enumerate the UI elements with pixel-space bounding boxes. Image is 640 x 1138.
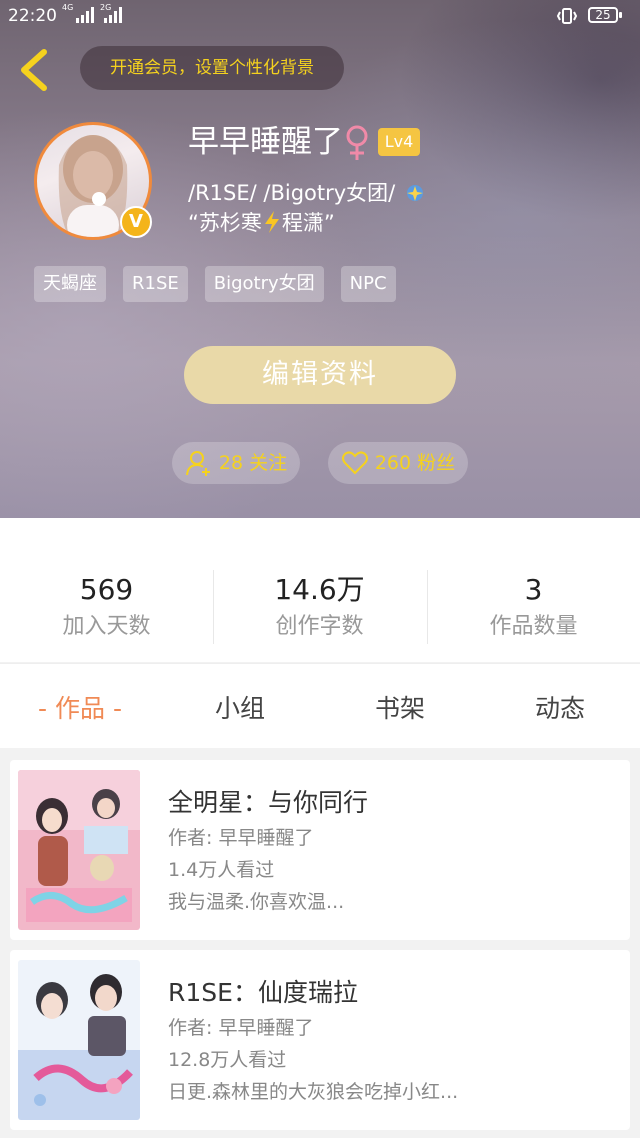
verified-badge: V — [120, 206, 152, 238]
work-author: 作者: 早早睡醒了 — [168, 827, 314, 849]
back-arrow-icon[interactable] — [16, 48, 56, 92]
stat-value: 569 — [79, 573, 134, 606]
bio-text-2a: “苏杉寒 — [188, 211, 262, 235]
bio-line-2: “苏杉寒 程潇” — [188, 208, 426, 238]
lightning-icon — [264, 211, 279, 233]
work-cover — [18, 770, 140, 930]
sparkle-icon — [406, 185, 423, 201]
following-count: 28 关注 — [218, 452, 288, 474]
work-title: R1SE：仙度瑞拉 — [168, 978, 358, 1007]
tab-bookshelf[interactable]: 书架 — [320, 664, 480, 748]
status-bar: 22:20 4G 2G 25 — [0, 0, 640, 32]
bio-line-1: /R1SE/ /Bigotry女团/ — [188, 178, 426, 208]
following-button[interactable]: 28 关注 — [172, 442, 300, 484]
bio: /R1SE/ /Bigotry女团/ “苏杉寒 程潇” — [188, 178, 426, 238]
tab-activity[interactable]: 动态 — [480, 664, 640, 748]
tag-item[interactable]: 天蝎座 — [34, 266, 106, 302]
work-cover-image — [18, 960, 140, 1120]
level-badge: Lv4 — [378, 128, 420, 156]
bio-text-1: /R1SE/ /Bigotry女团/ — [188, 181, 396, 205]
stat-works-count: 3 作品数量 — [427, 570, 640, 644]
fans-count: 260 粉丝 — [374, 452, 456, 474]
tab-groups[interactable]: 小组 — [160, 664, 320, 748]
works-list: 全明星：与你同行 作者: 早早睡醒了 1.4万人看过 我与温柔.你喜欢温... … — [0, 748, 640, 1138]
work-views: 12.8万人看过 — [168, 1049, 287, 1071]
stat-label: 创作字数 — [275, 614, 364, 639]
work-cover — [18, 960, 140, 1120]
stat-word-count: 14.6万 创作字数 — [213, 570, 426, 644]
stats-panel: 569 加入天数 14.6万 创作字数 3 作品数量 — [0, 518, 640, 662]
work-summary: 我与温柔.你喜欢温... — [168, 891, 345, 913]
network-label-4g: 4G — [62, 3, 74, 12]
heart-icon — [341, 451, 368, 475]
signal-icon — [76, 7, 94, 23]
work-card[interactable]: 全明星：与你同行 作者: 早早睡醒了 1.4万人看过 我与温柔.你喜欢温... — [10, 760, 630, 940]
tag-list: 天蝎座 R1SE Bigotry女团 NPC — [34, 266, 396, 302]
stat-join-days: 569 加入天数 — [0, 570, 213, 644]
female-icon — [346, 125, 368, 160]
work-author: 作者: 早早睡醒了 — [168, 1017, 314, 1039]
tab-works[interactable]: - 作品 - — [0, 664, 160, 748]
tag-item[interactable]: NPC — [340, 266, 396, 302]
stat-value: 14.6万 — [274, 573, 365, 606]
work-cover-image — [18, 770, 140, 930]
work-views: 1.4万人看过 — [168, 859, 275, 881]
user-add-icon — [185, 451, 210, 476]
work-card[interactable]: R1SE：仙度瑞拉 作者: 早早睡醒了 12.8万人看过 日更.森林里的大灰狼会… — [10, 950, 630, 1130]
fans-button[interactable]: 260 粉丝 — [328, 442, 468, 484]
profile-tabs: - 作品 - 小组 书架 动态 — [0, 663, 640, 748]
stat-label: 作品数量 — [489, 614, 578, 639]
profile-header: 22:20 4G 2G 25 开通会员，设置个性化背景 V 早早睡醒了 Lv4 … — [0, 0, 640, 518]
signal-icon-2 — [104, 7, 122, 23]
status-time: 22:20 — [8, 6, 57, 26]
vip-upgrade-banner[interactable]: 开通会员，设置个性化背景 — [80, 46, 344, 90]
work-title: 全明星：与你同行 — [168, 788, 369, 817]
vibrate-icon — [556, 8, 578, 24]
tag-item[interactable]: R1SE — [123, 266, 188, 302]
edit-profile-button[interactable]: 编辑资料 — [184, 346, 456, 404]
bio-text-2b: 程潇” — [281, 211, 335, 235]
stat-value: 3 — [524, 573, 543, 606]
username: 早早睡醒了 — [188, 124, 343, 160]
stat-label: 加入天数 — [62, 614, 151, 639]
battery-icon: 25 — [588, 7, 622, 23]
work-summary: 日更.森林里的大灰狼会吃掉小红... — [168, 1081, 459, 1103]
tag-item[interactable]: Bigotry女团 — [204, 266, 324, 302]
